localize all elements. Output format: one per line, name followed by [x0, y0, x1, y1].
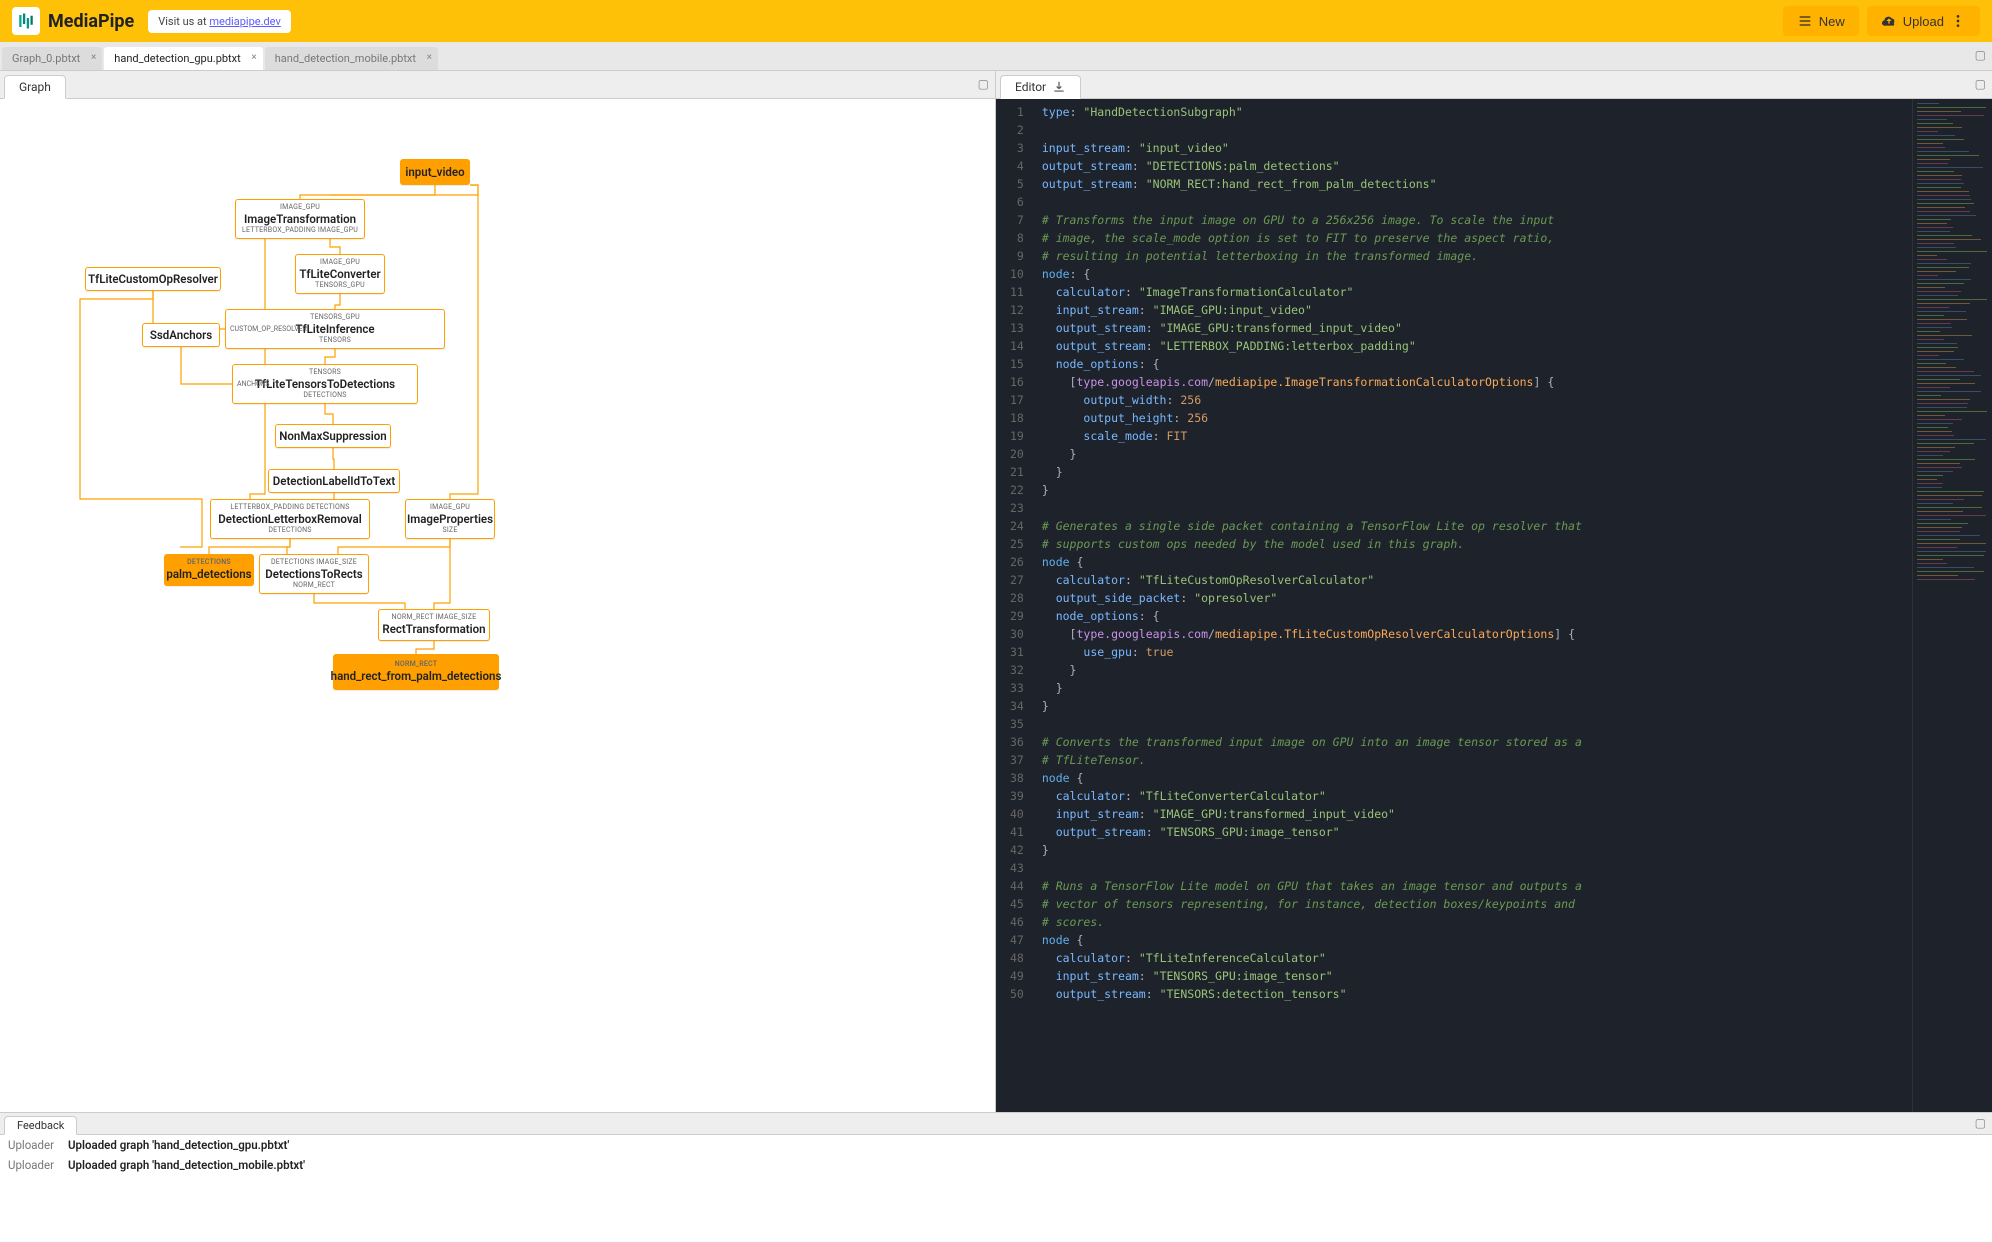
node-title: TfLiteConverter	[299, 268, 380, 281]
port-label: DETECTIONS	[268, 527, 311, 534]
graph-node-recttr[interactable]: NORM_RECT IMAGE_SIZE RectTransformation	[378, 609, 490, 641]
graph-node-handrect[interactable]: NORM_RECT hand_rect_from_palm_detections	[333, 654, 499, 690]
console-row: UploaderUploaded graph 'hand_detection_g…	[0, 1135, 1992, 1155]
graph-panel-tabs: Graph ▢	[0, 71, 995, 99]
mediapipe-link[interactable]: mediapipe.dev	[209, 15, 280, 28]
app-header: MediaPipe Visit us at mediapipe.dev New …	[0, 0, 1992, 42]
node-title: palm_detections	[166, 568, 251, 581]
graph-node-det2rect[interactable]: DETECTIONS IMAGE_SIZE DetectionsToRectsNO…	[259, 554, 369, 594]
console-message: Uploaded graph 'hand_detection_mobile.pb…	[68, 1158, 305, 1172]
port-label: DETECTIONS	[187, 559, 231, 566]
new-button[interactable]: New	[1783, 6, 1859, 36]
tab-graph[interactable]: Graph	[4, 75, 66, 99]
popout-icon[interactable]: ▢	[1975, 1116, 1986, 1130]
graph-node-letterrm[interactable]: LETTERBOX_PADDING DETECTIONS DetectionLet…	[210, 499, 370, 539]
port-label: TENSORS_GPU	[315, 282, 365, 289]
port-label: TENSORS	[309, 369, 341, 376]
graph-node-imgprop[interactable]: IMAGE_GPU ImagePropertiesSIZE	[405, 499, 495, 539]
mediapipe-logo-icon	[12, 7, 40, 35]
node-title: TfLiteCustomOpResolver	[88, 273, 218, 286]
graph-node-anchors[interactable]: SsdAnchors	[142, 323, 220, 347]
port-label: SIZE	[442, 527, 457, 534]
graph-node-nms[interactable]: NonMaxSuppression	[275, 424, 391, 448]
editor-panel-tabs: Editor ▢	[996, 71, 1992, 99]
graph-node-opres[interactable]: TfLiteCustomOpResolver	[85, 267, 221, 291]
port-label: IMAGE_GPU	[430, 504, 470, 511]
visit-link-pill[interactable]: Visit us at mediapipe.dev	[148, 10, 291, 33]
port-label: IMAGE_GPU	[320, 259, 360, 266]
menu-icon	[1797, 13, 1813, 29]
close-icon[interactable]: ×	[251, 52, 256, 63]
port-label: IMAGE_GPU	[280, 204, 320, 211]
port-label: NORM_RECT IMAGE_SIZE	[392, 614, 477, 621]
port-label: ANCHORS	[237, 380, 269, 388]
node-title: TfLiteInference	[295, 323, 374, 336]
console-message: Uploaded graph 'hand_detection_gpu.pbtxt…	[68, 1138, 289, 1152]
console-body: UploaderUploaded graph 'hand_detection_g…	[0, 1135, 1992, 1242]
minimap[interactable]	[1912, 99, 1992, 1112]
tab-feedback[interactable]: Feedback	[4, 1116, 77, 1135]
port-label: DETECTIONS	[303, 392, 346, 399]
file-tab[interactable]: hand_detection_mobile.pbtxt×	[265, 47, 438, 70]
port-label: NORM_RECT	[293, 582, 335, 589]
graph-node-labtxt[interactable]: DetectionLabelIdToText	[268, 469, 400, 493]
close-icon[interactable]: ×	[427, 52, 432, 63]
console-source: Uploader	[8, 1158, 68, 1172]
node-title: input_video	[405, 166, 464, 179]
more-vert-icon	[1950, 13, 1966, 29]
tab-editor[interactable]: Editor	[1000, 75, 1081, 99]
port-label: DETECTIONS IMAGE_SIZE	[271, 559, 357, 566]
console-source: Uploader	[8, 1138, 68, 1152]
port-label: TENSORS	[319, 337, 351, 344]
node-title: DetectionLetterboxRemoval	[218, 513, 361, 526]
cloud-upload-icon	[1881, 13, 1897, 29]
port-label: CUSTOM_OP_RESOLVER	[230, 325, 307, 333]
graph-panel: Graph ▢ input_video IMAGE_GPU ImageTransfo…	[0, 71, 996, 1112]
upload-button[interactable]: Upload	[1867, 6, 1980, 36]
node-title: hand_rect_from_palm_detections	[331, 670, 502, 683]
code-editor[interactable]: 1234567891011121314151617181920212223242…	[996, 99, 1992, 1112]
graph-node-tfinf[interactable]: TENSORS_GPU TfLiteInferenceTENSORS CUSTOM_…	[225, 309, 445, 349]
graph-node-input_video[interactable]: input_video	[400, 159, 470, 185]
graph-canvas[interactable]: input_videoIMAGE_GPUImageTransformationL…	[0, 99, 995, 1112]
close-icon[interactable]: ×	[91, 52, 96, 63]
file-tab[interactable]: hand_detection_gpu.pbtxt×	[104, 47, 262, 70]
popout-icon[interactable]: ▢	[1975, 48, 1986, 62]
main-split: Graph ▢ input_video IMAGE_GPU ImageTransfo…	[0, 70, 1992, 1112]
port-label: TENSORS_GPU	[310, 314, 360, 321]
node-title: TfLiteTensorsToDetections	[255, 378, 395, 391]
graph-node-palm[interactable]: DETECTIONS palm_detections	[164, 554, 254, 586]
node-title: DetectionsToRects	[265, 568, 362, 581]
node-title: SsdAnchors	[150, 329, 212, 342]
console-tabs: Feedback ▢	[0, 1113, 1992, 1135]
graph-edges	[0, 99, 995, 1112]
editor-panel: Editor ▢ 1234567891011121314151617181920…	[996, 71, 1992, 1112]
port-label: NORM_RECT	[395, 661, 437, 668]
graph-node-img_trans[interactable]: IMAGE_GPU ImageTransformationLETTERBOX_PA…	[235, 199, 365, 239]
download-icon[interactable]	[1052, 80, 1066, 94]
node-title: RectTransformation	[382, 623, 485, 636]
code-content[interactable]: type: "HandDetectionSubgraph" input_stre…	[1034, 99, 1912, 1112]
file-tab[interactable]: Graph_0.pbtxt×	[2, 47, 102, 70]
node-title: ImageTransformation	[244, 213, 356, 226]
port-label: LETTERBOX_PADDING DETECTIONS	[230, 504, 349, 511]
console-panel: Feedback ▢ UploaderUploaded graph 'hand_…	[0, 1112, 1992, 1242]
node-title: ImageProperties	[407, 513, 493, 526]
port-label: LETTERBOX_PADDING IMAGE_GPU	[242, 227, 358, 234]
file-tab-bar: Graph_0.pbtxt×hand_detection_gpu.pbtxt×h…	[0, 42, 1992, 70]
node-title: DetectionLabelIdToText	[273, 475, 395, 488]
line-gutter: 1234567891011121314151617181920212223242…	[996, 99, 1034, 1112]
brand-title: MediaPipe	[48, 11, 134, 32]
popout-icon[interactable]: ▢	[1975, 77, 1986, 91]
graph-node-tfdet[interactable]: TENSORS TfLiteTensorsToDetectionsDETECTIO…	[232, 364, 418, 404]
console-row: UploaderUploaded graph 'hand_detection_m…	[0, 1155, 1992, 1175]
graph-node-tfconv[interactable]: IMAGE_GPU TfLiteConverterTENSORS_GPU	[295, 254, 385, 294]
popout-icon[interactable]: ▢	[978, 77, 989, 91]
node-title: NonMaxSuppression	[279, 430, 386, 443]
